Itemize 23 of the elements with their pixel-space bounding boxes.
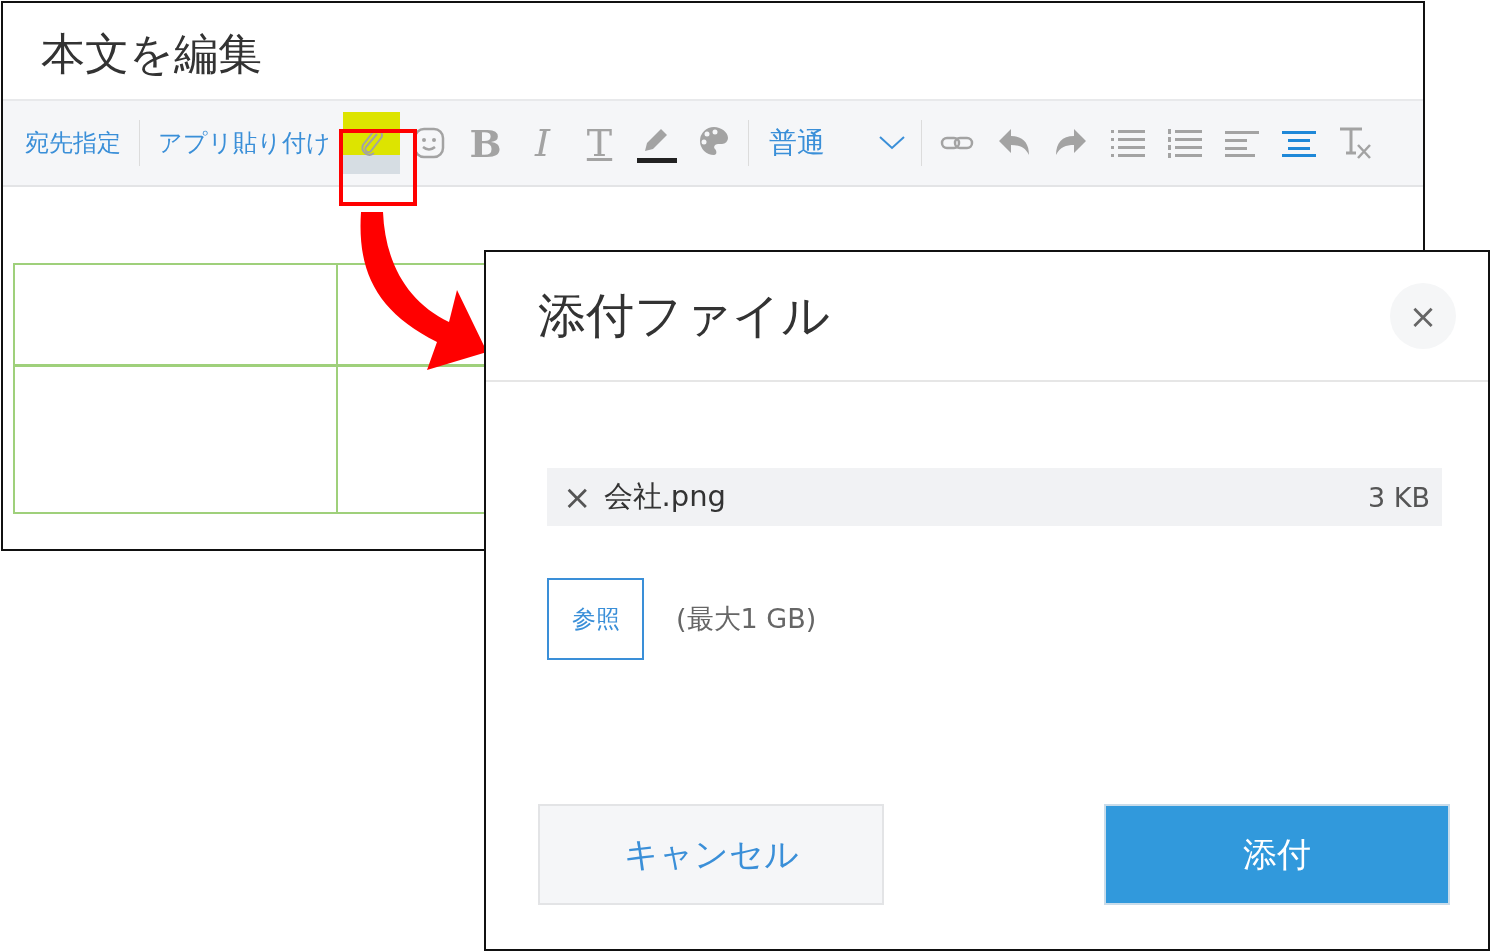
underline-button[interactable]: T bbox=[571, 112, 628, 174]
attach-button[interactable]: 添付 bbox=[1104, 804, 1450, 905]
browse-button[interactable]: 参照 bbox=[547, 578, 644, 660]
toolbar-button[interactable]: アプリ貼り付け bbox=[146, 127, 343, 159]
bullet-list-icon bbox=[1110, 128, 1145, 158]
chevron-down-icon bbox=[879, 136, 905, 150]
close-button[interactable]: × bbox=[1390, 283, 1456, 349]
numbered-list-icon bbox=[1167, 128, 1202, 158]
italic-button[interactable]: I bbox=[514, 112, 571, 174]
dialog-title: 添付ファイル bbox=[538, 286, 830, 345]
cancel-button[interactable]: キャンセル bbox=[538, 804, 884, 905]
attach-button[interactable] bbox=[343, 112, 400, 174]
file-size: 3 KB bbox=[1368, 481, 1430, 513]
toolbar-button[interactable]: 宛先指定 bbox=[13, 127, 133, 159]
size-limit-text: (最大1 GB) bbox=[676, 602, 817, 636]
clear-format-icon bbox=[1337, 125, 1374, 161]
window-title: 本文を編集 bbox=[40, 27, 263, 81]
paragraph-select[interactable]: 普通 bbox=[755, 124, 915, 162]
bold-button[interactable]: B bbox=[457, 112, 514, 174]
align-left-icon bbox=[1224, 128, 1259, 158]
align-center-icon bbox=[1281, 128, 1316, 158]
remove-button[interactable]: × bbox=[563, 477, 592, 517]
file-name: 会社.png bbox=[603, 478, 727, 515]
